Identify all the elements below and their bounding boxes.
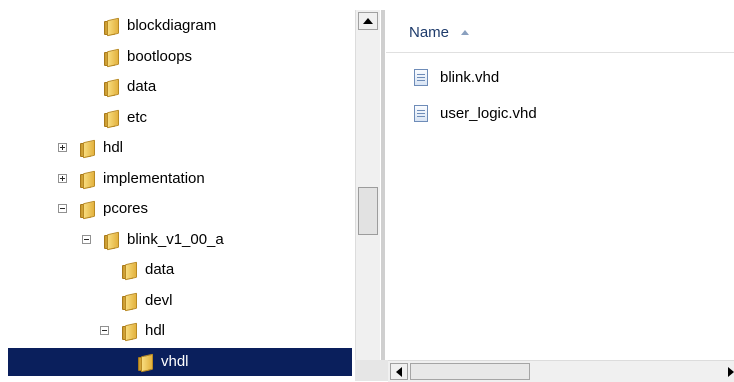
- scroll-left-button[interactable]: [390, 363, 408, 380]
- folder-icon: [80, 139, 95, 159]
- folder-icon: [122, 292, 137, 311]
- tree-item-label: blockdiagram: [127, 17, 217, 34]
- sort-ascending-icon: [461, 30, 469, 35]
- arrow-up-icon: [363, 18, 373, 24]
- folder-icon: [104, 109, 119, 128]
- arrow-left-icon: [396, 366, 402, 377]
- tree-item-vhdl[interactable]: vhdl: [8, 347, 352, 376]
- tree-item-label: data: [127, 78, 157, 95]
- file-name: user_logic.vhd: [440, 105, 537, 122]
- collapse-minus-icon[interactable]: [82, 234, 91, 244]
- tree-item-label: bootloops: [127, 47, 193, 65]
- file-list-pane: Name blink.vhd user_logic.vhd: [386, 10, 734, 381]
- tree-item-label: vhdl: [161, 352, 189, 370]
- scroll-up-button[interactable]: [358, 12, 378, 30]
- folder-icon: [104, 78, 119, 98]
- tree-item-label: implementation: [103, 169, 205, 187]
- collapse-minus-icon[interactable]: [58, 204, 67, 213]
- scroll-thumb[interactable]: [358, 187, 378, 235]
- tree-item-bootloops[interactable]: bootloops: [8, 43, 352, 71]
- tree-item-label: data: [145, 261, 175, 278]
- folder-icon: [104, 231, 119, 250]
- explorer-window: blockdiagram bootloops data etc hdl implement…: [0, 0, 734, 382]
- tree-item-etc[interactable]: etc: [8, 104, 352, 132]
- vhd-file-icon: [414, 69, 428, 86]
- folder-open-icon: [138, 353, 153, 372]
- tree-item-data[interactable]: data: [8, 256, 352, 284]
- pane-splitter[interactable]: [381, 10, 385, 381]
- tree-item-data[interactable]: data: [8, 73, 352, 101]
- file-name: blink.vhd: [440, 69, 500, 86]
- tree-item-blink-v1-00-a[interactable]: blink_v1_00_a: [8, 226, 352, 254]
- folder-icon: [104, 48, 119, 67]
- folder-icon: [122, 261, 137, 281]
- tree-item-hdl[interactable]: hdl: [8, 317, 352, 345]
- folder-tree-pane: blockdiagram bootloops data etc hdl implement…: [8, 10, 352, 380]
- tree-item-pcores[interactable]: pcores: [8, 195, 352, 223]
- tree-item-hdl[interactable]: hdl: [8, 134, 352, 162]
- vhd-file-icon: [414, 105, 428, 122]
- tree-item-blockdiagram[interactable]: blockdiagram: [8, 12, 352, 40]
- tree-item-implementation[interactable]: implementation: [8, 165, 352, 193]
- expand-plus-icon[interactable]: [58, 143, 67, 152]
- file-list-horizontal-scrollbar[interactable]: [388, 360, 734, 382]
- folder-icon: [122, 322, 137, 342]
- tree-item-label: blink_v1_00_a: [127, 230, 224, 248]
- folder-icon: [80, 170, 95, 189]
- folder-icon: [104, 17, 119, 37]
- tree-vertical-scrollbar[interactable]: [355, 10, 380, 380]
- arrow-right-icon: [728, 366, 734, 377]
- column-header-label: Name: [409, 24, 450, 41]
- tree-item-label: hdl: [145, 322, 166, 339]
- column-header-name[interactable]: Name: [386, 10, 734, 53]
- folder-icon: [80, 200, 95, 220]
- scroll-right-button[interactable]: [722, 363, 734, 380]
- tree-item-label: pcores: [103, 200, 149, 217]
- tree-item-label: hdl: [103, 139, 124, 156]
- expand-plus-icon[interactable]: [58, 173, 67, 183]
- scrollbar-corner: [355, 360, 388, 381]
- tree-item-devl[interactable]: devl: [8, 287, 352, 315]
- horizontal-scroll-thumb[interactable]: [410, 363, 530, 380]
- tree-item-label: etc: [127, 108, 148, 126]
- tree-item-label: devl: [145, 291, 173, 309]
- collapse-minus-icon[interactable]: [100, 326, 109, 335]
